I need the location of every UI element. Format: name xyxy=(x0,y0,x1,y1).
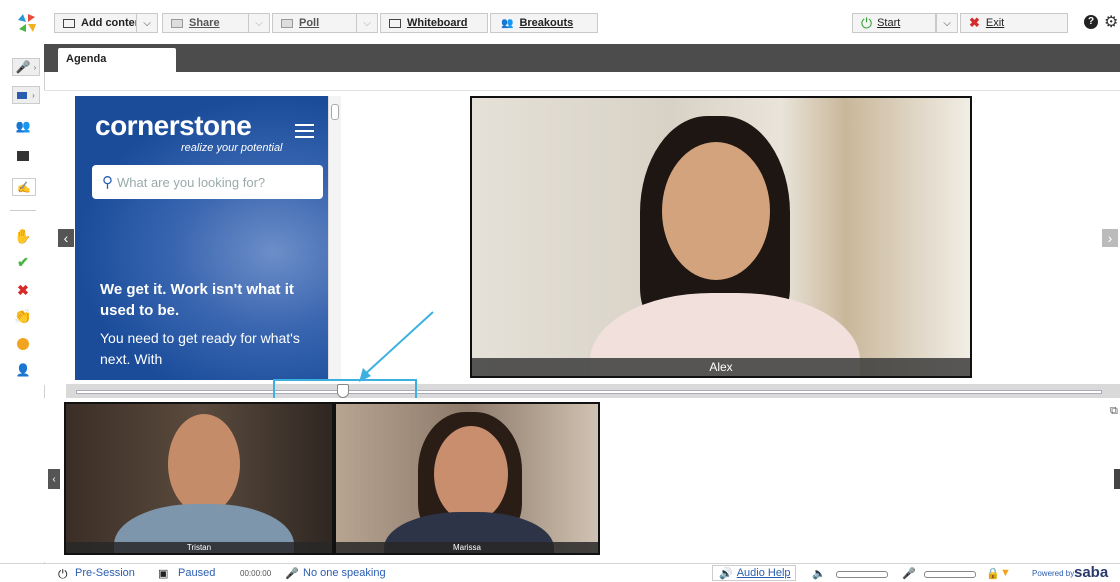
help-icon[interactable]: ? xyxy=(1084,15,1098,29)
webpage-scrollbar[interactable] xyxy=(328,96,341,380)
app-logo-icon xyxy=(16,12,38,34)
camera-icon[interactable]: › xyxy=(12,86,40,104)
emoji-icon[interactable] xyxy=(14,336,32,352)
callout-arrow xyxy=(359,311,434,382)
cornerstone-logo: cornerstone xyxy=(95,110,252,141)
add-content-dropdown[interactable]: ⌵ xyxy=(136,13,158,33)
annotate-pen-icon[interactable]: ✍ xyxy=(12,178,36,196)
audio-help-button[interactable]: 🔊 Audio Help xyxy=(712,565,796,581)
prev-arrow-button[interactable]: ‹ xyxy=(58,229,74,247)
video-thumbnail[interactable]: Marissa xyxy=(334,402,600,555)
speaker-icon: 🔊 xyxy=(719,567,733,580)
powered-by-label: Powered by xyxy=(1032,569,1075,578)
whiteboard-button[interactable]: Whiteboard xyxy=(380,13,488,33)
tab-agenda[interactable]: Agenda xyxy=(58,48,176,72)
participant-face xyxy=(168,414,240,514)
webpage-search-field[interactable]: ⚲ What are you looking for? xyxy=(92,165,323,199)
raise-hand-icon[interactable]: ✋ xyxy=(14,228,32,244)
exit-x-icon: ✖ xyxy=(969,15,980,30)
breakouts-icon: 👥 xyxy=(501,17,514,29)
start-button[interactable]: ⏻ Start xyxy=(852,13,936,33)
hamburger-menu-icon[interactable] xyxy=(295,124,314,138)
search-icon: ⚲ xyxy=(102,174,113,191)
volume-icon: 🔈 xyxy=(812,568,826,580)
mic-level-icon: 🎤 xyxy=(902,568,916,580)
saba-logo: saba xyxy=(1074,564,1109,581)
thumbnail-name-label: Tristan xyxy=(66,542,332,553)
thumbnail-name-label: Marissa xyxy=(336,542,598,553)
exit-button[interactable]: ✖ Exit xyxy=(960,13,1068,33)
speaker-volume-slider[interactable] xyxy=(836,571,888,578)
top-toolbar: Add content ⌵ Share ⌵ Poll ⌵ Whiteboard … xyxy=(0,0,1120,45)
chat-icon[interactable] xyxy=(14,148,32,164)
breakouts-button[interactable]: 👥 Breakouts xyxy=(490,13,598,33)
thumbnails-next-button[interactable] xyxy=(1114,469,1120,489)
disagree-x-icon[interactable]: ✖ xyxy=(14,282,32,298)
webpage-body-text: You need to get ready for what's next. W… xyxy=(100,330,300,367)
popout-icon[interactable]: ⧉ xyxy=(1110,405,1118,418)
next-arrow-button[interactable]: › xyxy=(1102,229,1118,247)
scrollbar-thumb[interactable] xyxy=(331,104,339,120)
step-away-icon[interactable]: 👤 xyxy=(14,362,32,378)
splitter-track xyxy=(76,390,1102,394)
recording-icon: ▣ xyxy=(158,568,169,580)
speaker-mic-icon: 🎤 xyxy=(285,568,299,580)
share-icon xyxy=(171,18,183,28)
attendees-icon[interactable]: 👥 xyxy=(14,118,32,134)
start-dropdown[interactable]: ⌵ xyxy=(936,13,958,33)
video-thumbnail[interactable]: Tristan xyxy=(64,402,334,555)
applause-icon[interactable]: 👏 xyxy=(14,308,32,324)
network-signal-icon: ▼ xyxy=(1000,567,1011,579)
poll-icon xyxy=(281,18,293,28)
share-dropdown[interactable]: ⌵ xyxy=(248,13,270,33)
webpage-headline: We get it. Work isn't what it used to be… xyxy=(100,281,294,319)
participant-face xyxy=(662,142,770,280)
lock-icon: 🔒 xyxy=(986,568,1000,580)
session-power-icon: ⏻ xyxy=(58,567,68,581)
logo-tagline: realize your potential xyxy=(181,142,283,154)
settings-gear-icon[interactable]: ⚙ xyxy=(1104,12,1118,32)
whiteboard-icon xyxy=(389,18,401,28)
shared-webpage[interactable]: cornerstone realize your potential ⚲ Wha… xyxy=(75,96,329,380)
participant-face xyxy=(434,426,508,522)
poll-dropdown[interactable]: ⌵ xyxy=(356,13,378,33)
status-bar: ⏻ Pre-Session ▣ Paused 00:00:00 🎤 No one… xyxy=(0,563,1120,582)
layout-splitter[interactable] xyxy=(66,384,1120,398)
main-video-tile[interactable]: Alex xyxy=(470,96,972,378)
mic-muted-icon[interactable]: 🎤 › xyxy=(12,58,40,76)
mic-volume-slider[interactable] xyxy=(924,571,976,578)
recording-status: Paused xyxy=(178,567,216,579)
rail-divider xyxy=(10,210,36,211)
left-rail: 🎤 › › 👥 ✍ ✋ ✔ ✖ 👏 👤 xyxy=(0,44,45,564)
poll-button[interactable]: Poll xyxy=(272,13,360,33)
add-content-icon xyxy=(63,18,75,28)
tab-bar xyxy=(44,44,1120,72)
session-timer: 00:00:00 xyxy=(240,569,272,578)
active-speaker: No one speaking xyxy=(303,567,386,579)
share-button[interactable]: Share xyxy=(162,13,250,33)
video-name-label: Alex xyxy=(472,358,970,376)
thumbnails-prev-button[interactable]: ‹ xyxy=(48,469,60,489)
session-status: Pre-Session xyxy=(75,567,135,579)
power-icon: ⏻ xyxy=(861,14,873,31)
agree-check-icon[interactable]: ✔ xyxy=(14,254,32,270)
